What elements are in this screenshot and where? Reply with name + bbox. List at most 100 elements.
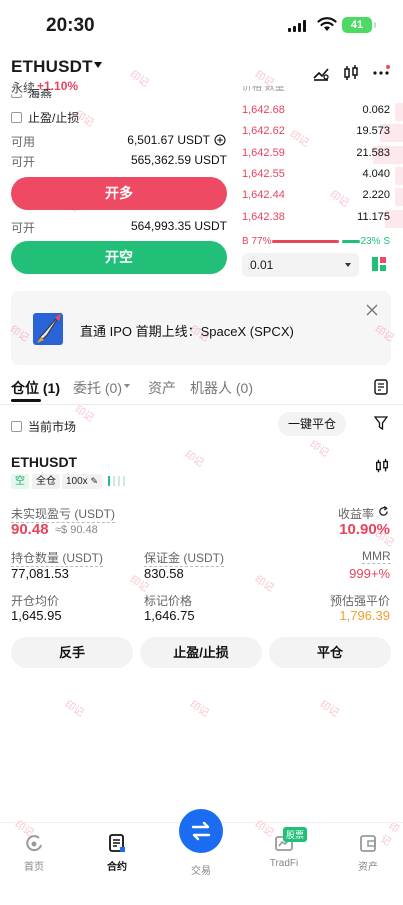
trade-button[interactable] [179, 809, 223, 853]
add-funds-icon[interactable] [214, 134, 226, 146]
mmr-label[interactable]: MMR [362, 549, 391, 564]
cut-option-row[interactable]: 海燕 [11, 89, 52, 98]
more-icon[interactable] [372, 64, 390, 82]
available-label: 可用 [11, 135, 36, 149]
nav-trade-label: 交易 [191, 866, 211, 877]
nav-assets[interactable]: 资产 [338, 833, 398, 873]
orderbook-layout-icon[interactable] [372, 257, 386, 271]
tab-underline [11, 399, 41, 402]
nav-tradfi-label: TradFi [269, 858, 299, 869]
liq-value: 1,796.39 [339, 608, 390, 623]
leverage-tag[interactable]: 100x ✎ [62, 474, 103, 489]
filter-icon[interactable] [374, 416, 388, 430]
candlestick-icon[interactable] [342, 64, 360, 82]
can-open-label: 可开 [11, 155, 36, 169]
status-time: 20:30 [46, 15, 95, 36]
ask-row[interactable]: 1,642.68 0.062 [242, 103, 403, 121]
ask-qty: 19.573 [356, 125, 390, 138]
mark-value: 1,646.75 [144, 608, 195, 623]
roe-value: 10.90% [339, 521, 390, 538]
rocket-icon [33, 312, 63, 345]
ask-row[interactable]: 1,642.59 21.583 [242, 145, 403, 164]
position-symbol[interactable]: ETHUSDT [11, 454, 77, 470]
chart-trend-icon[interactable] [312, 64, 330, 82]
signal-icon [288, 20, 306, 32]
watermark: 印记 [182, 449, 206, 470]
watermark: 印记 [317, 699, 341, 720]
checkbox-icon[interactable] [11, 112, 22, 123]
checkbox-icon[interactable] [11, 421, 22, 432]
watermark: 印记 [127, 69, 151, 90]
roe-label: 收益率 [337, 507, 374, 521]
tab-assets[interactable]: 资产 [148, 378, 176, 398]
can-open-long-value: 565,362.59 USDT [130, 153, 227, 167]
ask-price: 1,642.44 [242, 189, 285, 202]
tp-sl-option[interactable]: 止盈/止损 [11, 109, 79, 126]
depth-step-select[interactable]: 0.01 [242, 253, 359, 277]
open-long-button[interactable]: 开多 [11, 177, 227, 210]
sell-ratio-bar [342, 240, 360, 243]
pair-title[interactable]: ETHUSDT [11, 57, 93, 77]
promo-banner[interactable]: 直通 IPO 首期上线：SpaceX (SPCX) [11, 291, 391, 365]
entry-label: 开仓均价 [11, 594, 60, 608]
tab-positions[interactable]: 仓位 (1) [11, 378, 60, 398]
ask-price: 1,642.38 [242, 210, 285, 223]
ask-row[interactable]: 1,642.44 2.220 [242, 188, 403, 207]
ask-row[interactable]: 1,642.55 4.040 [242, 166, 403, 185]
depth-bar [395, 188, 403, 207]
buy-ratio: B 77% [242, 236, 272, 247]
reverse-button[interactable]: 反手 [11, 637, 133, 668]
close-all-button[interactable]: 一键平仓 [278, 412, 346, 436]
close-icon[interactable] [366, 304, 378, 316]
wallet-icon [360, 835, 376, 852]
can-open-short-value: 564,993.35 USDT [130, 219, 227, 233]
mark-label: 标记价格 [144, 594, 193, 608]
wifi-icon [317, 17, 337, 31]
margin-label[interactable]: 保证金 (USDT) [144, 549, 224, 567]
can-open-label: 可开 [11, 221, 36, 235]
upnl-value: 90.48 [11, 521, 49, 538]
depth-step-value: 0.01 [250, 258, 274, 272]
ask-qty: 4.040 [362, 167, 390, 180]
tab-bots[interactable]: 机器人 (0) [190, 378, 253, 398]
margin-value: 830.58 [144, 566, 184, 581]
buy-ratio-bar [272, 240, 339, 243]
open-short-button[interactable]: 开空 [11, 241, 227, 274]
size-label[interactable]: 持仓数量 (USDT) [11, 549, 103, 567]
candlestick-icon[interactable] [374, 458, 390, 474]
tab-orders[interactable]: 委托 (0) [73, 378, 122, 398]
caret-down-icon[interactable] [94, 62, 102, 68]
ask-qty: 2.220 [362, 189, 390, 202]
contract-icon [109, 834, 125, 852]
cut-option-label: 海燕 [28, 89, 53, 98]
nav-contract[interactable]: 合约 [87, 833, 147, 873]
nav-contract-label: 合约 [107, 862, 127, 873]
stock-badge: 股票 [283, 827, 308, 842]
ask-row[interactable]: 1,642.38 11.175 [242, 209, 403, 228]
caret-down-icon[interactable] [124, 384, 130, 388]
buy-sell-ratio: B 77% 23% S [242, 236, 390, 248]
ask-price: 1,642.59 [242, 146, 285, 159]
ask-qty: 11.175 [357, 210, 390, 223]
current-market-filter[interactable]: 当前市场 [11, 418, 76, 435]
edit-icon: ✎ [90, 476, 99, 486]
ask-row[interactable]: 1,642.62 19.573 [242, 124, 403, 143]
refresh-icon[interactable] [378, 506, 389, 517]
history-doc-icon[interactable] [374, 379, 388, 395]
tp-sl-label: 止盈/止损 [28, 111, 80, 125]
margin-mode-tag: 全仓 [32, 474, 60, 489]
ask-qty: 21.583 [356, 146, 390, 159]
depth-bar [395, 103, 403, 121]
nav-assets-label: 资产 [358, 862, 378, 873]
watermark: 印记 [62, 699, 86, 720]
close-position-button[interactable]: 平仓 [269, 637, 391, 668]
caret-down-icon [345, 263, 351, 267]
upnl-usd: ≈$ 90.48 [55, 524, 98, 536]
nav-home[interactable]: 首页 [4, 833, 64, 873]
tp-sl-button[interactable]: 止盈/止损 [140, 637, 262, 668]
ask-price: 1,642.62 [242, 125, 285, 138]
checkbox-icon[interactable] [11, 94, 22, 98]
watermark: 印记 [307, 439, 331, 460]
ask-price: 1,642.68 [242, 104, 285, 116]
ask-price: 1,642.55 [242, 167, 285, 180]
